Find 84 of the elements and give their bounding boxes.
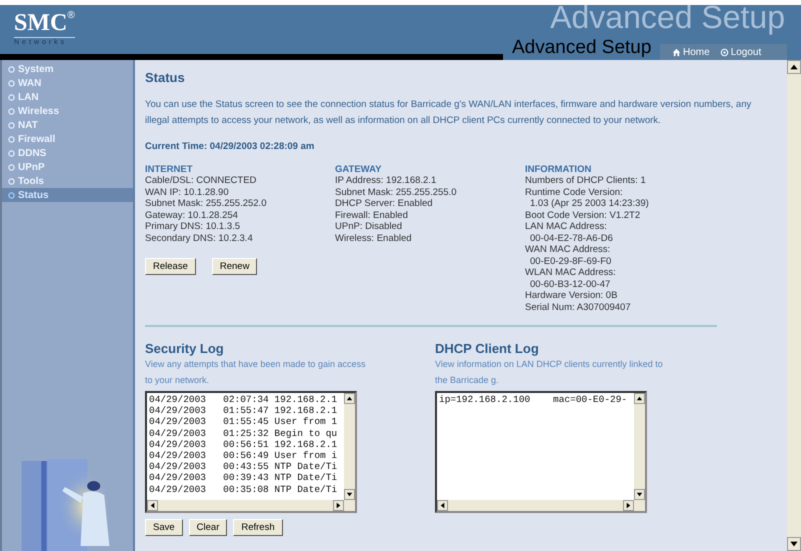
status-line: Boot Code Version: V1.2T2 — [525, 210, 642, 221]
log-line: 04/29/2003 02:07:34 192.168.2.1 — [149, 394, 338, 406]
sidebar-item[interactable]: DDNS — [2, 146, 133, 160]
bullet-icon — [8, 108, 15, 114]
status-line: Wireless: Enabled — [335, 232, 413, 244]
status-line: 00-04-E2-78-A6-D6 — [529, 232, 614, 244]
status-line: UPnP: Disabled — [335, 221, 404, 232]
action-button[interactable]: Release — [145, 258, 196, 275]
page-title: Advanced Setup — [512, 37, 652, 59]
nav-link[interactable]: Logout — [720, 46, 762, 58]
log-text-area[interactable] — [145, 391, 357, 513]
bullet-icon — [8, 178, 15, 184]
status-line: Subnet Mask: 255.255.252.0 — [145, 198, 268, 210]
power-icon — [720, 48, 729, 56]
bullet-icon — [8, 192, 15, 198]
log-title: DHCP Client Log — [435, 341, 540, 356]
action-button[interactable]: Save — [145, 519, 183, 536]
current-time: Current Time: 04/29/2003 02:28:09 am — [145, 141, 316, 152]
status-line: Gateway: 10.1.28.254 — [145, 210, 239, 221]
section-heading: GATEWAY — [335, 164, 382, 175]
log-text-area[interactable]: ip=192.168.2.100 mac=00-E0-29- — [435, 391, 647, 513]
bullet-icon — [8, 136, 15, 142]
sidebar-item[interactable]: UPnP — [2, 160, 133, 174]
description-text: You can use the Status screen to see the connection status for Barricade g's WAN/LAN interfaces, firmware and hardware version numbers, any illegal attempts to access your network, as well as information on all DHCP client PCs currently connected to your network. — [145, 98, 752, 128]
log-title: Security Log — [145, 341, 225, 356]
log-line: 04/29/2003 00:56:51 192.168.2.1 — [149, 438, 338, 450]
action-button[interactable]: Renew — [212, 258, 258, 275]
log-line: 04/29/2003 01:25:32 Begin to qu — [149, 428, 338, 439]
log-line: 04/29/2003 00:39:43 NTP Date/Ti — [149, 472, 338, 484]
sidebar-item[interactable]: NAT — [2, 118, 133, 132]
status-line: Numbers of DHCP Clients: 1 — [525, 175, 647, 186]
status-line: WAN IP: 10.1.28.90 — [145, 186, 230, 198]
sidebar-item[interactable]: System — [2, 62, 133, 76]
bullet-icon — [8, 164, 15, 170]
status-line: Firewall: Enabled — [335, 210, 409, 221]
bullet-icon — [8, 122, 15, 128]
vertical-scrollbar[interactable] — [634, 393, 645, 500]
status-line: Primary DNS: 10.1.3.5 — [145, 221, 242, 232]
bullet-icon — [8, 80, 15, 86]
sidebar-item[interactable]: LAN — [2, 90, 133, 104]
section-heading: INFORMATION — [525, 164, 592, 175]
bullet-icon — [8, 66, 15, 72]
status-line: 1.03 (Apr 25 2003 14:23:39) — [529, 198, 650, 210]
sidebar-item[interactable]: Wireless — [2, 104, 133, 118]
horizontal-scrollbar[interactable] — [437, 500, 645, 511]
sidebar-item[interactable]: Status — [2, 188, 133, 202]
status-line: WAN MAC Address: — [525, 244, 612, 256]
section-heading: INTERNET — [145, 164, 194, 175]
log-line: 04/29/2003 01:55:47 192.168.2.1 — [149, 405, 338, 416]
action-button[interactable]: Clear — [188, 519, 228, 536]
horizontal-scrollbar[interactable] — [147, 500, 355, 511]
status-line: Runtime Code Version: — [525, 186, 624, 198]
log-line: ip=192.168.2.100 mac=00-E0-29- — [439, 394, 628, 406]
bullet-icon — [8, 94, 15, 100]
status-line: WLAN MAC Address: — [525, 267, 617, 278]
sidebar-item[interactable]: Tools — [2, 174, 133, 188]
log-description: View information on LAN DHCP clients currently linked to the Barricade g. — [435, 358, 664, 387]
bullet-icon — [8, 150, 15, 156]
status-line: 00-E0-29-8F-69-F0 — [529, 256, 612, 267]
registered-mark: ® — [67, 11, 75, 21]
banner-text: Advanced Setup — [550, 0, 785, 36]
status-line: DHCP Server: Enabled — [335, 198, 434, 210]
status-line: Serial Num: A307009407 — [525, 302, 632, 313]
status-line: Secondary DNS: 10.2.3.4 — [145, 232, 254, 244]
log-line: 04/29/2003 00:43:55 NTP Date/Ti — [149, 461, 338, 472]
section-title: Status — [145, 70, 186, 85]
house-icon — [672, 48, 681, 56]
status-line: IP Address: 192.168.2.1 — [335, 175, 438, 186]
status-line: Subnet Mask: 255.255.255.0 — [335, 186, 458, 198]
sidebar-item[interactable]: Firewall — [2, 132, 133, 146]
sidebar-item[interactable]: WAN — [2, 76, 133, 90]
page-scrollbar[interactable] — [787, 60, 801, 551]
log-description: View any attempts that have been made to gain access to your network. — [145, 358, 366, 387]
status-line: Cable/DSL: CONNECTED — [145, 175, 258, 186]
status-line: Hardware Version: 0B — [525, 290, 618, 302]
nav-link[interactable]: Home — [672, 46, 710, 58]
log-line: 04/29/2003 00:35:08 NTP Date/Ti — [149, 484, 338, 495]
status-line: 00-60-B3-12-00-47 — [529, 278, 612, 290]
vertical-scrollbar[interactable] — [344, 393, 355, 500]
status-line: LAN MAC Address: — [525, 221, 608, 232]
logo-text: SMC — [14, 11, 68, 35]
action-button[interactable]: Refresh — [233, 519, 283, 536]
log-line: 04/29/2003 00:56:49 User from i — [149, 450, 338, 462]
log-line: 04/29/2003 01:55:45 User from 1 — [149, 416, 338, 428]
